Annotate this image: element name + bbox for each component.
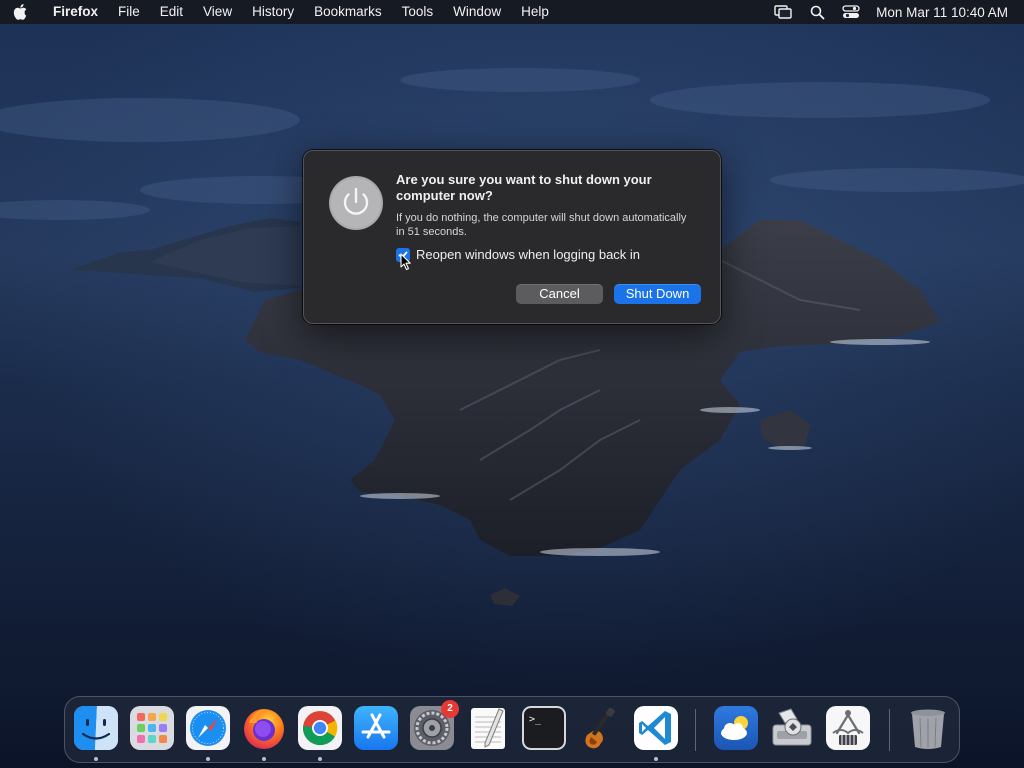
dock-textedit[interactable] — [465, 705, 511, 751]
dock-disk-utility[interactable] — [769, 705, 815, 751]
power-icon — [328, 175, 384, 231]
shut-down-button[interactable]: Shut Down — [614, 284, 701, 304]
menu-history[interactable]: History — [242, 0, 304, 24]
chrome-icon — [298, 706, 342, 750]
garageband-icon — [585, 707, 615, 749]
launchpad-icon — [130, 706, 174, 750]
dock-finder[interactable] — [73, 705, 119, 751]
dock: 2 >_ — [64, 696, 960, 763]
safari-icon — [186, 706, 230, 750]
menu-file[interactable]: File — [108, 0, 150, 24]
dock-garageband[interactable] — [577, 705, 623, 751]
dock-separator — [695, 709, 696, 751]
reopen-windows-option[interactable]: Reopen windows when logging back in — [396, 247, 640, 262]
reopen-windows-label[interactable]: Reopen windows when logging back in — [416, 247, 640, 262]
app-store-icon — [354, 706, 398, 750]
screen-mirroring-icon[interactable] — [766, 0, 800, 24]
dialog-message: If you do nothing, the computer will shu… — [396, 212, 687, 238]
firefox-icon — [244, 709, 284, 749]
menu-bar-clock[interactable]: Mon Mar 11 10:40 AM — [868, 5, 1008, 20]
svg-text:>_: >_ — [529, 714, 542, 725]
menu-app-name[interactable]: Firefox — [42, 0, 108, 24]
dock-trash[interactable] — [905, 705, 951, 751]
shutdown-dialog: Are you sure you want to shut down your … — [303, 150, 721, 324]
weather-icon — [714, 706, 758, 750]
notification-badge: 2 — [441, 700, 459, 718]
running-indicator — [318, 757, 322, 761]
running-indicator — [262, 757, 266, 761]
mouse-pointer-icon — [400, 253, 411, 271]
spotlight-search-icon[interactable] — [800, 0, 834, 24]
menu-help[interactable]: Help — [511, 0, 559, 24]
menu-tools[interactable]: Tools — [392, 0, 444, 24]
running-indicator — [206, 757, 210, 761]
desktop-wallpaper — [0, 0, 1024, 768]
dock-launchpad[interactable] — [129, 705, 175, 751]
running-indicator — [654, 757, 658, 761]
dock-separator — [889, 709, 890, 751]
dock-firefox[interactable] — [241, 705, 287, 751]
dock-system-information[interactable] — [825, 705, 871, 751]
control-center-icon[interactable] — [834, 0, 868, 24]
dock-terminal[interactable]: >_ — [521, 705, 567, 751]
dock-system-preferences[interactable]: 2 — [409, 700, 459, 751]
dock-chrome[interactable] — [297, 705, 343, 751]
menu-view[interactable]: View — [193, 0, 242, 24]
menu-window[interactable]: Window — [443, 0, 511, 24]
dock-app-store[interactable] — [353, 705, 399, 751]
vscode-icon — [634, 706, 678, 750]
menu-bar: Firefox File Edit View History Bookmarks… — [0, 0, 1024, 24]
cancel-button[interactable]: Cancel — [516, 284, 603, 304]
finder-icon — [74, 706, 118, 750]
running-indicator — [94, 757, 98, 761]
disk-utility-icon — [772, 708, 812, 746]
menu-edit[interactable]: Edit — [150, 0, 193, 24]
dialog-title: Are you sure you want to shut down your … — [396, 172, 652, 203]
textedit-icon — [471, 708, 505, 749]
dock-vscode[interactable] — [633, 705, 679, 751]
system-information-icon — [826, 706, 870, 750]
trash-icon — [911, 709, 945, 749]
dock-safari[interactable] — [185, 705, 231, 751]
dock-weather[interactable] — [713, 705, 759, 751]
apple-menu-icon[interactable] — [0, 0, 42, 24]
menu-bookmarks[interactable]: Bookmarks — [304, 0, 392, 24]
terminal-icon: >_ — [522, 706, 566, 750]
